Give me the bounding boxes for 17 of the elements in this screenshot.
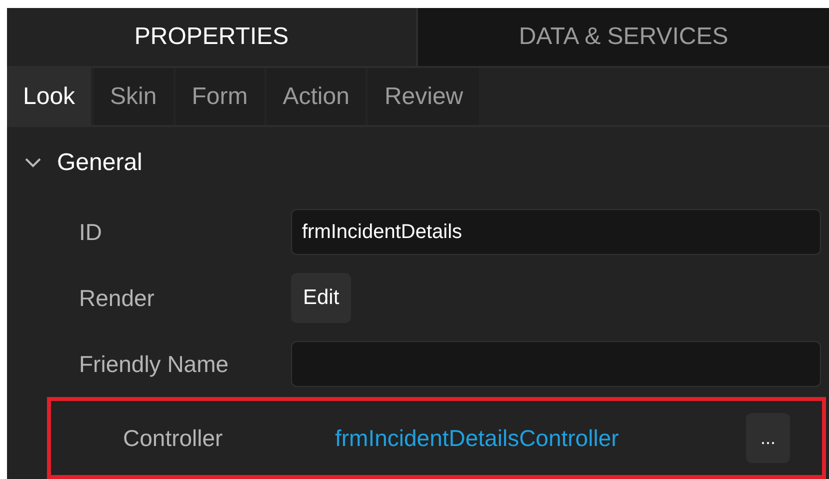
property-label: ID	[79, 218, 103, 247]
edit-button[interactable]: Edit	[291, 273, 352, 323]
sub-tab[interactable]: Review	[368, 68, 480, 125]
browse-button[interactable]: ...	[746, 413, 790, 463]
sub-tab[interactable]: Look	[7, 68, 92, 125]
controller-link[interactable]: frmIncidentDetailsController	[335, 420, 746, 456]
sub-tab[interactable]: Form	[176, 68, 264, 125]
property-label: Friendly Name	[79, 350, 230, 379]
section-title: General	[57, 148, 142, 178]
property-label: Render	[79, 284, 156, 313]
sub-tab[interactable]: Action	[266, 68, 366, 125]
input-field[interactable]: frmIncidentDetails	[291, 209, 821, 255]
sub-tab[interactable]: Skin	[94, 68, 173, 125]
panel-tab[interactable]: DATA & SERVICES	[418, 8, 829, 66]
property-label: Controller	[123, 424, 224, 453]
input-field[interactable]	[291, 341, 821, 387]
chevron-icon[interactable]	[25, 158, 41, 168]
